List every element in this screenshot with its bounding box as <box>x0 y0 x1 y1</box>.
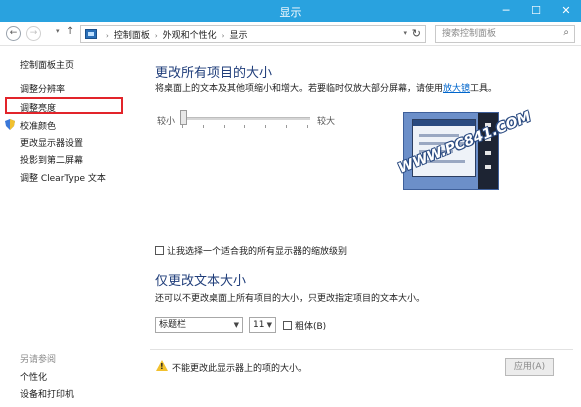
warning-text: 不能更改此显示器上的项的大小。 <box>172 364 308 374</box>
slider-max-label: 较大 <box>317 117 336 127</box>
maximize-button[interactable]: ☐ <box>521 0 551 22</box>
magnifier-link[interactable]: 放大镜 <box>443 84 470 94</box>
breadcrumb-separator[interactable]: › <box>155 32 158 40</box>
sidebar-item-resolution[interactable]: 调整分辨率 <box>20 82 65 95</box>
crumb-appearance[interactable]: 外观和个性化 <box>163 31 217 41</box>
apply-button[interactable]: 应用(A) <box>505 358 554 376</box>
desc-text-end: 工具。 <box>470 84 498 94</box>
bold-checkbox[interactable] <box>283 321 292 330</box>
shield-icon <box>5 119 15 130</box>
chevron-down-icon: ▼ <box>266 321 272 329</box>
highlight-annotation <box>5 97 123 114</box>
bold-label[interactable]: 粗体(B) <box>295 322 326 332</box>
custom-scaling-checkbox[interactable] <box>155 246 164 255</box>
breadcrumb-separator[interactable]: › <box>106 32 109 40</box>
size-slider-thumb[interactable] <box>180 110 187 125</box>
address-dropdown-icon[interactable]: ▾ <box>403 29 407 37</box>
sidebar-item-project[interactable]: 投影到第二屏幕 <box>20 153 83 166</box>
forward-button[interactable]: → <box>26 26 41 41</box>
divider <box>150 349 573 350</box>
sidebar-item-calibrate-color[interactable]: 校准颜色 <box>20 119 56 132</box>
desc-text: 将桌面上的文本及其他项缩小和增大。若要临时仅放大部分屏幕，请使用 <box>155 84 444 94</box>
title-bar: 显示 ─ ☐ ✕ <box>0 0 581 22</box>
breadcrumb-separator[interactable]: › <box>222 32 225 40</box>
sidebar-item-display-settings[interactable]: 更改显示器设置 <box>20 136 83 149</box>
back-button[interactable]: ← <box>6 26 21 41</box>
sidebar-item-personalization[interactable]: 个性化 <box>20 370 47 383</box>
warning-icon-mark: ! <box>160 362 164 371</box>
close-button[interactable]: ✕ <box>551 0 581 22</box>
control-panel-icon <box>85 29 97 39</box>
sidebar-item-home[interactable]: 控制面板主页 <box>20 58 74 71</box>
refresh-icon[interactable]: ↻ <box>412 27 421 40</box>
page-title: 更改所有项目的大小 <box>155 66 273 81</box>
crumb-control-panel[interactable]: 控制面板 <box>114 31 150 41</box>
sidebar-item-cleartype[interactable]: 调整 ClearType 文本 <box>20 171 106 184</box>
custom-scaling-row[interactable]: 让我选择一个适合我的所有显示器的缩放级别 <box>155 244 347 257</box>
breadcrumb: › 控制面板 › 外观和个性化 › 显示 <box>101 28 247 41</box>
chevron-down-icon: ▼ <box>233 321 239 329</box>
up-button[interactable]: ↑ <box>66 26 74 37</box>
size-slider-track[interactable] <box>180 117 310 120</box>
recent-locations-dropdown[interactable]: ▾ <box>56 27 60 35</box>
address-row: ← → ▾ ↑ › 控制面板 › 外观和个性化 › 显示 ▾ ↻ ⌕ <box>0 22 581 46</box>
item-select-value: 标题栏 <box>159 320 187 330</box>
address-bar[interactable]: › 控制面板 › 外观和个性化 › 显示 ▾ ↻ <box>80 25 426 43</box>
page-description: 将桌面上的文本及其他项缩小和增大。若要临时仅放大部分屏幕，请使用放大镜工具。 <box>155 81 497 94</box>
search-icon[interactable]: ⌕ <box>563 27 569 38</box>
slider-min-label: 较小 <box>157 117 176 127</box>
text-size-title: 仅更改文本大小 <box>155 274 247 289</box>
bold-row[interactable]: 粗体(B) <box>283 319 326 332</box>
search-box[interactable]: ⌕ <box>435 25 575 43</box>
font-size-value: 11 <box>253 320 265 330</box>
slider-ticks <box>182 125 308 128</box>
custom-scaling-label[interactable]: 让我选择一个适合我的所有显示器的缩放级别 <box>167 247 347 257</box>
crumb-display[interactable]: 显示 <box>229 31 247 41</box>
minimize-button[interactable]: ─ <box>491 0 521 22</box>
search-input[interactable] <box>436 26 554 42</box>
text-size-description: 还可以不更改桌面上所有项目的大小，只更改指定项目的文本大小。 <box>155 294 426 304</box>
font-size-select[interactable]: 11 ▼ <box>249 317 276 333</box>
sidebar-item-devices-printers[interactable]: 设备和打印机 <box>20 387 74 400</box>
item-select[interactable]: 标题栏 ▼ <box>155 317 243 333</box>
see-also-heading: 另请参阅 <box>20 355 57 365</box>
